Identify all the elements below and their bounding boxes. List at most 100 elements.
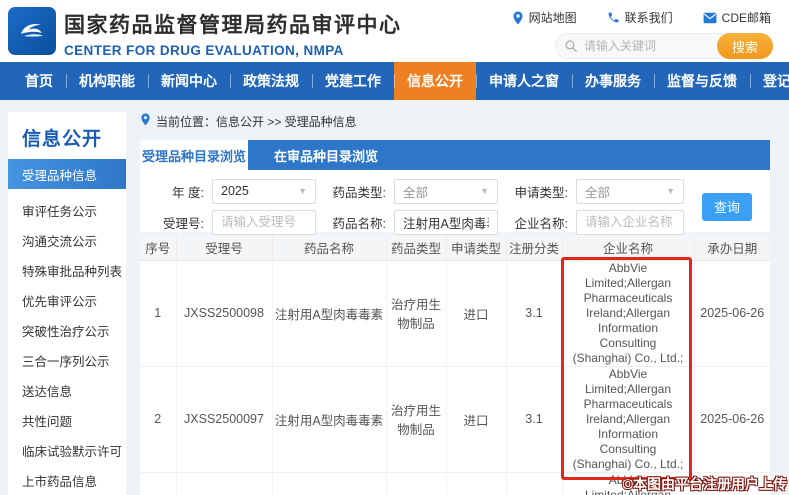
col-apply-type: 申请类型 <box>446 235 506 260</box>
site-title: 国家药品监督管理局药品审评中心 <box>64 9 402 39</box>
contact-link[interactable]: 联系我们 <box>607 9 673 26</box>
watermark-text: ©本图由平台注册用户上传 <box>623 474 787 494</box>
sidebar-item-clinical-trial-license[interactable]: 临床试验默示许可 <box>8 435 126 465</box>
nav-item-home[interactable]: 首页 <box>12 62 66 100</box>
table-row: 1 JXSS2500098 注射用A型肉毒毒素 治疗用生物制品 进口 3.1 A… <box>140 260 770 366</box>
sidebar-item-marketed-drugs[interactable]: 上市药品信息 <box>8 465 126 495</box>
sidebar-item-accepted-varieties[interactable]: 受理品种信息 <box>8 159 126 189</box>
col-acceptance-no: 受理号 <box>176 235 272 260</box>
cell-drug-type: 治疗用生物制品 <box>386 472 446 495</box>
company-name-input[interactable] <box>576 210 684 235</box>
sitemap-link[interactable]: 网站地图 <box>512 9 577 26</box>
drug-name-input[interactable] <box>394 210 498 235</box>
nav-item-info-disclosure[interactable]: 信息公开 <box>394 62 476 100</box>
chevron-down-icon: ▼ <box>298 186 307 196</box>
query-button[interactable]: 查询 <box>702 193 752 221</box>
sidebar-title: 信息公开 <box>8 112 126 159</box>
mail-icon <box>703 12 717 24</box>
results-table-wrap: 序号 受理号 药品名称 药品类型 申请类型 注册分类 企业名称 承办日期 1 J… <box>140 235 770 495</box>
tab-under-review-catalog[interactable]: 在审品种目录浏览 <box>248 140 404 170</box>
acceptance-no-label: 受理号: <box>148 213 212 232</box>
cell-apply-type: 进口 <box>446 260 506 366</box>
mail-label: CDE邮箱 <box>722 9 771 26</box>
drug-type-select[interactable]: 全部 ▼ <box>394 179 498 204</box>
col-seq: 序号 <box>140 235 176 260</box>
results-table: 序号 受理号 药品名称 药品类型 申请类型 注册分类 企业名称 承办日期 1 J… <box>140 235 770 495</box>
header-links: 网站地图 联系我们 CDE邮箱 <box>512 9 771 26</box>
main-nav: 首页 机构职能 新闻中心 政策法规 党建工作 信息公开 申请人之窗 办事服务 监… <box>0 62 789 100</box>
nav-item-policy[interactable]: 政策法规 <box>230 62 312 100</box>
acceptance-no-input[interactable] <box>212 210 316 235</box>
cell-reg-class: 3.1 <box>506 260 562 366</box>
drug-type-label: 药品类型: <box>316 182 394 201</box>
cell-acceptance-no: JXSS2500096 <box>176 472 272 495</box>
col-reg-class: 注册分类 <box>506 235 562 260</box>
cell-drug-type: 治疗用生物制品 <box>386 366 446 472</box>
col-company: 企业名称 <box>562 235 694 260</box>
sidebar: 信息公开 受理品种信息 审评任务公示 沟通交流公示 特殊审批品种列表 优先审评公… <box>8 112 126 495</box>
col-drug-name: 药品名称 <box>272 235 386 260</box>
breadcrumb-pin-icon <box>140 113 151 129</box>
table-header-row: 序号 受理号 药品名称 药品类型 申请类型 注册分类 企业名称 承办日期 <box>140 235 770 260</box>
sidebar-item-special-approval[interactable]: 特殊审批品种列表 <box>8 255 126 285</box>
nav-item-services[interactable]: 办事服务 <box>572 62 654 100</box>
sidebar-item-priority-review[interactable]: 优先审评公示 <box>8 285 126 315</box>
search-button[interactable]: 搜索 <box>717 33 773 59</box>
sidebar-item-communication[interactable]: 沟通交流公示 <box>8 225 126 255</box>
tab-bar: 受理品种目录浏览 在审品种目录浏览 <box>140 140 770 170</box>
apply-type-select[interactable]: 全部 ▼ <box>576 179 684 204</box>
chevron-down-icon: ▼ <box>480 186 489 196</box>
drug-type-value: 全部 <box>403 182 428 201</box>
cell-company: AbbVie Limited;Allergan Pharmaceuticals … <box>562 366 694 472</box>
nav-item-functions[interactable]: 机构职能 <box>66 62 148 100</box>
company-name-label: 企业名称: <box>498 213 576 232</box>
year-label: 年 度: <box>148 182 212 201</box>
breadcrumb: 当前位置：信息公开 >> 受理品种信息 <box>140 112 770 130</box>
year-value: 2025 <box>221 184 249 198</box>
col-drug-type: 药品类型 <box>386 235 446 260</box>
contact-label: 联系我们 <box>625 9 673 26</box>
cell-reg-class: 3.1 <box>506 472 562 495</box>
phone-icon <box>607 11 620 24</box>
tab-accepted-catalog[interactable]: 受理品种目录浏览 <box>140 140 248 170</box>
cell-seq: 2 <box>140 366 176 472</box>
cde-logo <box>8 7 56 55</box>
site-title-block: 国家药品监督管理局药品审评中心 CENTER FOR DRUG EVALUATI… <box>64 9 402 58</box>
cell-company: AbbVie Limited;Allergan Pharmaceuticals … <box>562 260 694 366</box>
cell-drug-type: 治疗用生物制品 <box>386 260 446 366</box>
nav-item-news[interactable]: 新闻中心 <box>148 62 230 100</box>
main-content: 当前位置：信息公开 >> 受理品种信息 受理品种目录浏览 在审品种目录浏览 年 … <box>140 106 770 495</box>
sidebar-item-breakthrough-therapy[interactable]: 突破性治疗公示 <box>8 315 126 345</box>
sidebar-item-three-in-one[interactable]: 三合一序列公示 <box>8 345 126 375</box>
nav-item-party[interactable]: 党建工作 <box>312 62 394 100</box>
cell-acceptance-no: JXSS2500098 <box>176 260 272 366</box>
cell-acceptance-no: JXSS2500097 <box>176 366 272 472</box>
cell-drug-name: 注射用A型肉毒毒素 <box>272 366 386 472</box>
nav-item-registration-platform[interactable]: 登记备案平台 <box>750 62 789 100</box>
swan-logo-icon <box>13 10 51 53</box>
sitemap-label: 网站地图 <box>529 9 577 26</box>
table-row: 2 JXSS2500097 注射用A型肉毒毒素 治疗用生物制品 进口 3.1 A… <box>140 366 770 472</box>
apply-type-value: 全部 <box>585 182 610 201</box>
sidebar-item-review-tasks[interactable]: 审评任务公示 <box>8 195 126 225</box>
nav-item-supervision[interactable]: 监督与反馈 <box>654 62 750 100</box>
nav-item-applicant-window[interactable]: 申请人之窗 <box>476 62 572 100</box>
search-icon <box>564 39 578 58</box>
cell-date: 2025-06-26 <box>694 366 770 472</box>
map-pin-icon <box>512 11 524 25</box>
breadcrumb-text: 当前位置：信息公开 >> 受理品种信息 <box>156 113 357 130</box>
year-select[interactable]: 2025 ▼ <box>212 179 316 204</box>
sidebar-item-common-questions[interactable]: 共性问题 <box>8 405 126 435</box>
cell-apply-type: 进口 <box>446 366 506 472</box>
apply-type-label: 申请类型: <box>498 182 576 201</box>
filter-panel: 年 度: 2025 ▼ 药品类型: 全部 ▼ 申请类型: 全部 ▼ 查询 受理号… <box>140 170 770 232</box>
page: 国家药品监督管理局药品审评中心 CENTER FOR DRUG EVALUATI… <box>0 0 789 495</box>
header: 国家药品监督管理局药品审评中心 CENTER FOR DRUG EVALUATI… <box>0 0 789 62</box>
drug-name-label: 药品名称: <box>316 213 394 232</box>
site-subtitle: CENTER FOR DRUG EVALUATION, NMPA <box>64 43 402 58</box>
cell-date: 2025-06-26 <box>694 260 770 366</box>
sidebar-item-delivery-info[interactable]: 送达信息 <box>8 375 126 405</box>
mail-link[interactable]: CDE邮箱 <box>703 9 771 26</box>
cell-reg-class: 3.1 <box>506 366 562 472</box>
cell-drug-name: 注射用A型肉毒毒素 <box>272 472 386 495</box>
